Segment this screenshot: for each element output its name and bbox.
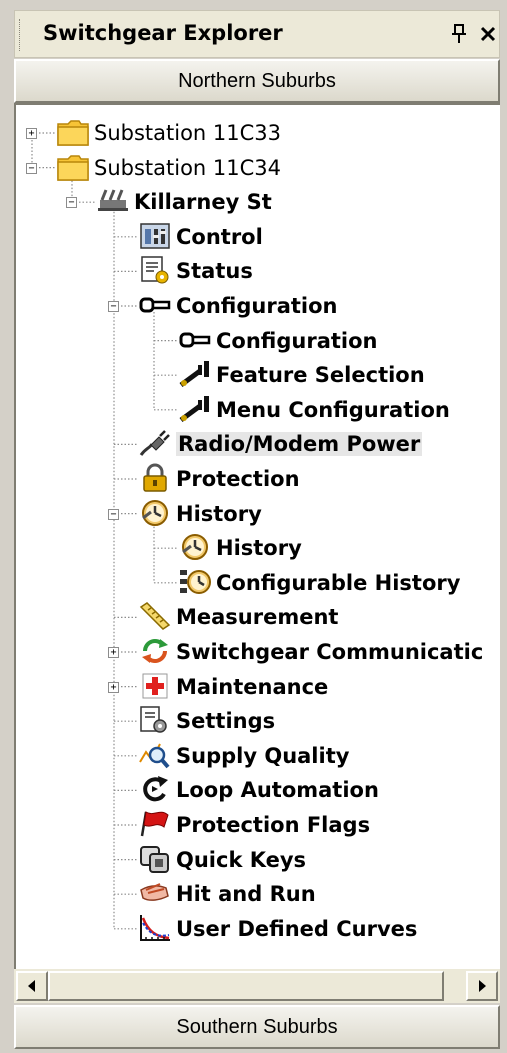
tree-node[interactable]: Measurement bbox=[138, 601, 338, 633]
hand-icon bbox=[138, 878, 172, 910]
collapse-toggle[interactable]: − bbox=[26, 162, 37, 174]
collapse-toggle[interactable]: − bbox=[66, 197, 77, 209]
switchgear-explorer-panel: Switchgear Explorer Northern Suburbs + Su… bbox=[0, 0, 507, 1053]
tree-node-label: History bbox=[176, 501, 262, 526]
tree-node[interactable]: Protection Flags bbox=[138, 809, 370, 841]
switchgear-icon bbox=[96, 186, 130, 218]
horizontal-scrollbar[interactable] bbox=[14, 969, 500, 1003]
tree-node-label: Radio/Modem Power bbox=[176, 432, 423, 457]
loop-arrow-icon bbox=[138, 774, 172, 806]
key-icon bbox=[138, 290, 172, 322]
tree-node-label: Supply Quality bbox=[176, 743, 350, 768]
tree-node[interactable]: Settings bbox=[138, 705, 275, 737]
tree-node[interactable]: History bbox=[138, 498, 262, 530]
tree-node[interactable]: Supply Quality bbox=[138, 740, 349, 772]
folder-icon bbox=[56, 152, 90, 184]
control-panel-icon bbox=[138, 221, 172, 253]
tree-node-label: Configuration bbox=[216, 328, 378, 353]
folder-icon bbox=[56, 117, 90, 149]
scrollbar-thumb[interactable] bbox=[48, 971, 444, 1001]
pin-icon[interactable] bbox=[447, 19, 471, 49]
tree-node-label: Measurement bbox=[176, 605, 339, 630]
expand-toggle[interactable]: + bbox=[26, 128, 37, 139]
tree-node[interactable]: Maintenance bbox=[138, 671, 328, 703]
panel-title: Switchgear Explorer bbox=[43, 21, 283, 45]
tree-node[interactable]: Protection bbox=[138, 463, 300, 495]
tree-node-label: Maintenance bbox=[176, 674, 329, 699]
wrench-key-icon bbox=[178, 394, 212, 426]
wrench-key-icon bbox=[178, 359, 212, 391]
close-icon[interactable] bbox=[475, 19, 501, 49]
tree-node[interactable]: Configuration bbox=[138, 290, 337, 322]
northern-suburbs-group-button[interactable]: Northern Suburbs bbox=[14, 59, 500, 103]
tree-node[interactable]: History bbox=[178, 532, 302, 564]
tree-node-label: Configurable History bbox=[216, 570, 461, 595]
switchgear-tree[interactable]: + Substation 11C33 − Substation 11C34 − Killa… bbox=[14, 103, 500, 969]
settings-doc-icon bbox=[138, 705, 172, 737]
expand-toggle[interactable]: + bbox=[108, 681, 119, 693]
tree-node[interactable]: Loop Automation bbox=[138, 774, 379, 806]
plug-icon bbox=[138, 428, 172, 460]
tree-node-label: Killarney St bbox=[134, 190, 272, 215]
scroll-right-icon[interactable] bbox=[466, 971, 498, 1001]
status-doc-icon bbox=[138, 255, 172, 287]
tree-node[interactable]: Configurable History bbox=[178, 567, 460, 599]
red-flag-icon bbox=[138, 809, 172, 841]
tree-node[interactable]: Substation 11C33 bbox=[56, 117, 281, 149]
tree-node-label: Loop Automation bbox=[176, 778, 379, 803]
tree-node-label: Quick Keys bbox=[176, 847, 307, 872]
expand-toggle[interactable]: + bbox=[108, 647, 119, 658]
key-icon bbox=[178, 325, 212, 357]
tree-node-label: Substation 11C34 bbox=[94, 155, 282, 180]
ruler-icon bbox=[138, 601, 172, 633]
tree-node[interactable]: Switchgear Communicatic bbox=[138, 636, 483, 668]
panel-titlebar[interactable]: Switchgear Explorer bbox=[14, 10, 500, 58]
collapse-toggle[interactable]: − bbox=[108, 508, 119, 520]
refresh-arrows-icon bbox=[138, 636, 172, 668]
magnifier-graph-icon bbox=[138, 740, 172, 772]
tree-node-label: History bbox=[216, 536, 302, 561]
tree-node-label: Substation 11C33 bbox=[94, 121, 282, 145]
tree-node-label: User Defined Curves bbox=[176, 916, 418, 941]
curve-chart-icon bbox=[138, 913, 172, 945]
keys-icon bbox=[138, 844, 172, 876]
tree-node-label: Menu Configuration bbox=[216, 397, 450, 422]
tree-node[interactable]: Status bbox=[138, 255, 253, 287]
tree-node-label: Control bbox=[176, 224, 263, 249]
tree-node[interactable]: Radio/Modem Power bbox=[138, 428, 423, 460]
tree-node-label: Feature Selection bbox=[216, 363, 425, 388]
tree-node[interactable]: User Defined Curves bbox=[138, 913, 417, 945]
tree-node-label: Settings bbox=[176, 709, 276, 734]
tree-node-label: Protection Flags bbox=[176, 813, 371, 837]
scroll-left-icon[interactable] bbox=[16, 971, 48, 1001]
tree-node[interactable]: Hit and Run bbox=[138, 878, 316, 910]
tree-node[interactable]: Control bbox=[138, 221, 263, 253]
collapse-toggle[interactable]: − bbox=[108, 301, 119, 312]
tree-node-label: Configuration bbox=[176, 294, 338, 318]
tree-node[interactable]: Configuration bbox=[178, 325, 377, 357]
clock-icon bbox=[138, 498, 172, 530]
clock-list-icon bbox=[178, 567, 212, 599]
tree-node[interactable]: Feature Selection bbox=[178, 359, 425, 391]
title-grip[interactable] bbox=[19, 19, 23, 51]
tree-node[interactable]: Killarney St bbox=[96, 186, 272, 218]
tree-node-label: Protection bbox=[176, 467, 300, 491]
tree-node-label: Hit and Run bbox=[176, 882, 316, 907]
tree-node[interactable]: Menu Configuration bbox=[178, 394, 450, 426]
tree-node-label: Status bbox=[176, 259, 253, 284]
tree-node-label: Switchgear Communicatic bbox=[176, 640, 484, 664]
padlock-icon bbox=[138, 463, 172, 495]
tree-node[interactable]: Substation 11C34 bbox=[56, 152, 281, 184]
clock-icon bbox=[178, 532, 212, 564]
southern-suburbs-group-button[interactable]: Southern Suburbs bbox=[14, 1005, 500, 1049]
tree-node[interactable]: Quick Keys bbox=[138, 844, 306, 876]
red-cross-icon bbox=[138, 671, 172, 703]
